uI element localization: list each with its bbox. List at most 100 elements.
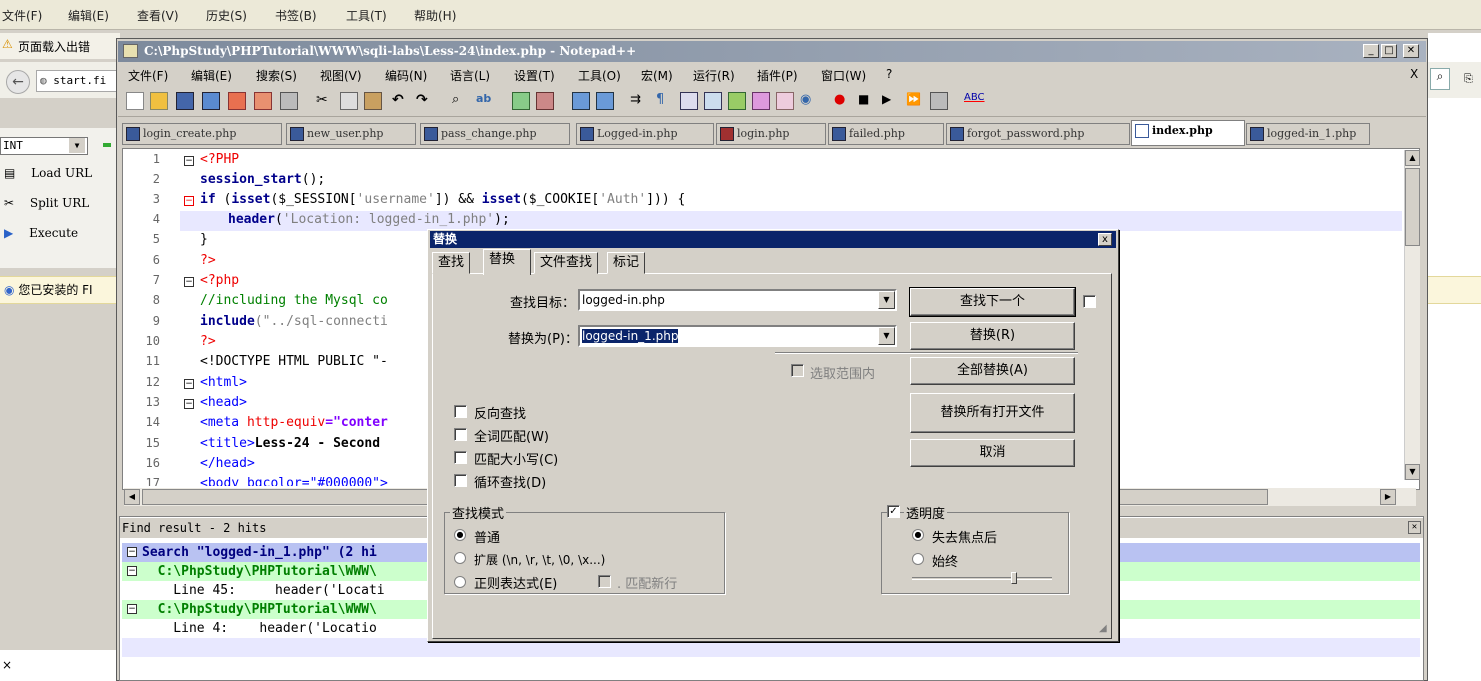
match-case-checkbox[interactable] — [454, 451, 467, 464]
stop-macro-icon[interactable]: ■ — [858, 92, 876, 110]
cancel-button[interactable]: 取消 — [910, 439, 1075, 467]
chevron-down-icon[interactable]: ▼ — [69, 138, 85, 153]
fold-toggle-icon[interactable]: − — [184, 156, 194, 166]
npp-menu-view[interactable]: 视图(V) — [320, 67, 362, 84]
record-macro-icon[interactable]: ● — [834, 92, 852, 110]
npp-menu-close-doc[interactable]: X — [1410, 67, 1418, 81]
tab-index[interactable]: index.php — [1131, 120, 1245, 146]
zoom-in-icon[interactable] — [512, 92, 530, 110]
npp-menu-file[interactable]: 文件(F) — [128, 67, 168, 84]
scroll-left-icon[interactable]: ◀ — [124, 489, 140, 505]
browser-menu-help[interactable]: 帮助(H) — [414, 7, 456, 24]
chevron-down-icon[interactable]: ▼ — [878, 327, 895, 345]
mode-normal-radio[interactable]: ● — [454, 529, 466, 541]
tab-login[interactable]: login.php — [716, 123, 826, 145]
paste-icon[interactable] — [364, 92, 382, 110]
close-file-icon[interactable] — [228, 92, 246, 110]
back-arrow-icon[interactable]: ← — [6, 70, 30, 94]
npp-menu-tools[interactable]: 工具(O) — [578, 67, 621, 84]
transparency-slider-thumb[interactable] — [1011, 572, 1017, 584]
npp-menu-help[interactable]: ? — [886, 67, 892, 81]
split-url-button[interactable]: ✂ Split URL — [4, 196, 89, 216]
browser-menu-tools[interactable]: 工具(T) — [346, 7, 387, 24]
word-wrap-icon[interactable]: ⇉ — [630, 92, 648, 110]
hackbar-type-select[interactable]: INT ▼ — [0, 137, 88, 155]
npp-menu-window[interactable]: 窗口(W) — [821, 67, 866, 84]
save-all-icon[interactable] — [202, 92, 220, 110]
replace-button[interactable]: 替换(R) — [910, 322, 1075, 350]
close-icon[interactable]: × — [2, 658, 12, 672]
spellcheck-icon[interactable]: ABC — [964, 92, 985, 110]
play-macro-icon[interactable]: ▶ — [882, 92, 900, 110]
monitor-icon[interactable]: ◉ — [800, 92, 818, 110]
replace-dialog-titlebar[interactable]: 替换 — [430, 231, 1116, 248]
npp-menu-plugins[interactable]: 插件(P) — [757, 67, 798, 84]
save-icon[interactable] — [176, 92, 194, 110]
replace-all-open-files-button[interactable]: 替换所有打开文件 — [910, 393, 1075, 433]
browser-menu-bookmarks[interactable]: 书签(B) — [275, 7, 317, 24]
fold-toggle-icon[interactable]: − — [127, 604, 137, 614]
save-macro-icon[interactable] — [930, 92, 948, 110]
replace-icon[interactable]: ab — [476, 92, 494, 110]
zoom-out-icon[interactable] — [536, 92, 554, 110]
editor-vertical-scrollbar[interactable]: ▲ ▼ — [1404, 150, 1420, 480]
fold-toggle-icon[interactable]: − — [127, 547, 137, 557]
fold-toggle-icon[interactable]: − — [184, 399, 194, 409]
scroll-thumb[interactable] — [1405, 168, 1420, 246]
function-list-icon[interactable] — [752, 92, 770, 110]
sync-vertical-icon[interactable] — [572, 92, 590, 110]
find-next-option-checkbox[interactable] — [1083, 295, 1096, 308]
find-what-input[interactable]: logged-in.php ▼ — [578, 289, 897, 311]
tab-login-create[interactable]: login_create.php — [122, 123, 282, 145]
close-all-icon[interactable] — [254, 92, 272, 110]
plugin-icon[interactable]: ⎘ — [1464, 72, 1473, 86]
browser-menu-edit[interactable]: 编辑(E) — [68, 7, 109, 24]
npp-menu-language[interactable]: 语言(L) — [450, 67, 490, 84]
replace-with-input[interactable]: logged-in_1.php ▼ — [578, 325, 897, 347]
transparency-checkbox[interactable]: ✓ — [887, 505, 900, 518]
fold-toggle-icon[interactable]: − — [184, 379, 194, 389]
show-all-chars-icon[interactable]: ¶ — [656, 92, 674, 110]
search-icon[interactable]: ⌕ — [1430, 68, 1450, 90]
tab-failed[interactable]: failed.php — [828, 123, 944, 145]
panel-close-icon[interactable]: ✕ — [1408, 521, 1421, 534]
on-lose-focus-radio[interactable]: ● — [912, 529, 924, 541]
sync-horizontal-icon[interactable] — [596, 92, 614, 110]
window-close-button[interactable]: ✕ — [1403, 44, 1419, 58]
tab-replace[interactable]: 替换 — [483, 249, 531, 275]
mode-extended-radio[interactable] — [454, 552, 466, 564]
cut-icon[interactable]: ✂ — [316, 92, 334, 110]
find-next-button[interactable]: 查找下一个 — [909, 287, 1076, 317]
maximize-button[interactable]: □ — [1381, 44, 1397, 58]
browser-menu-history[interactable]: 历史(S) — [206, 7, 247, 24]
load-url-button[interactable]: ▤ Load URL — [4, 166, 92, 186]
scroll-up-icon[interactable]: ▲ — [1405, 150, 1420, 166]
undo-icon[interactable]: ↶ — [392, 92, 410, 110]
execute-button[interactable]: ▶ Execute — [4, 226, 78, 246]
npp-menu-macro[interactable]: 宏(M) — [641, 67, 673, 84]
tab-forgot-password[interactable]: forgot_password.php — [946, 123, 1130, 145]
browser-menu-view[interactable]: 查看(V) — [137, 7, 179, 24]
transparency-slider-track[interactable] — [912, 577, 1052, 580]
minimize-button[interactable]: _ — [1363, 44, 1379, 58]
npp-menu-settings[interactable]: 设置(T) — [514, 67, 555, 84]
wrap-around-checkbox[interactable] — [454, 474, 467, 487]
find-icon[interactable]: ⌕ — [452, 92, 470, 110]
scroll-down-icon[interactable]: ▼ — [1405, 464, 1420, 480]
tab-find[interactable]: 查找 — [432, 252, 471, 274]
always-radio[interactable] — [912, 553, 924, 565]
tab-logged-in-1[interactable]: logged-in_1.php — [1246, 123, 1370, 145]
npp-menu-run[interactable]: 运行(R) — [693, 67, 735, 84]
url-bar[interactable]: ◍ start.fi — [36, 70, 126, 92]
dialog-close-button[interactable]: x — [1098, 233, 1112, 246]
print-icon[interactable] — [280, 92, 298, 110]
browser-tab-error[interactable]: ⚠ 页面载入出错 — [0, 33, 120, 59]
copy-icon[interactable] — [340, 92, 358, 110]
indent-guide-icon[interactable] — [680, 92, 698, 110]
new-file-icon[interactable] — [126, 92, 144, 110]
folder-workspace-icon[interactable] — [776, 92, 794, 110]
whole-word-checkbox[interactable] — [454, 428, 467, 441]
tab-logged-in[interactable]: Logged-in.php — [576, 123, 714, 145]
npp-menu-search[interactable]: 搜索(S) — [256, 67, 297, 84]
doc-map-icon[interactable] — [728, 92, 746, 110]
